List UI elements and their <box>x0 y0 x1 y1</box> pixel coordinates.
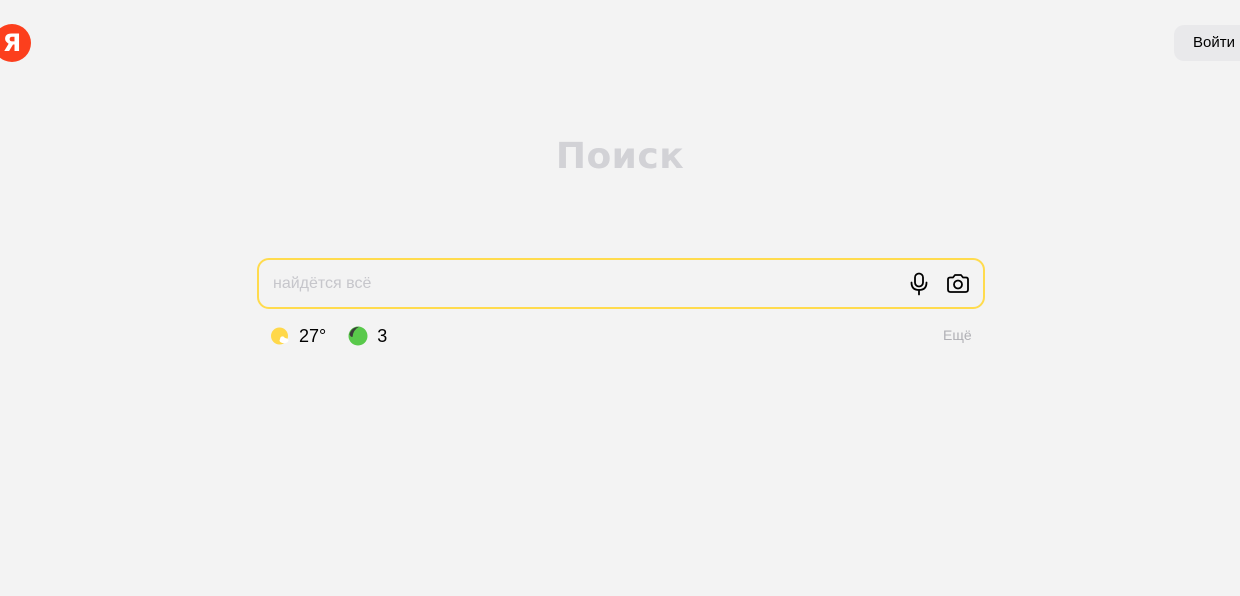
microphone-icon[interactable] <box>906 271 932 297</box>
camera-search-icon[interactable] <box>945 271 971 297</box>
login-button[interactable]: Войти <box>1174 25 1240 61</box>
yandex-logo[interactable]: Я <box>0 24 31 62</box>
informer-row: 27° 3 <box>270 322 387 350</box>
sun-cloud-icon <box>270 326 290 346</box>
search-input[interactable] <box>273 260 893 307</box>
weather-temperature: 27° <box>299 325 327 346</box>
traffic-widget[interactable]: 3 <box>348 326 387 347</box>
page-title: Поиск <box>555 136 685 177</box>
weather-widget[interactable]: 27° <box>270 326 326 347</box>
search-box <box>257 258 985 309</box>
traffic-ball-icon <box>348 326 368 346</box>
traffic-level: 3 <box>377 325 388 346</box>
more-link[interactable]: Ещё <box>943 327 972 343</box>
